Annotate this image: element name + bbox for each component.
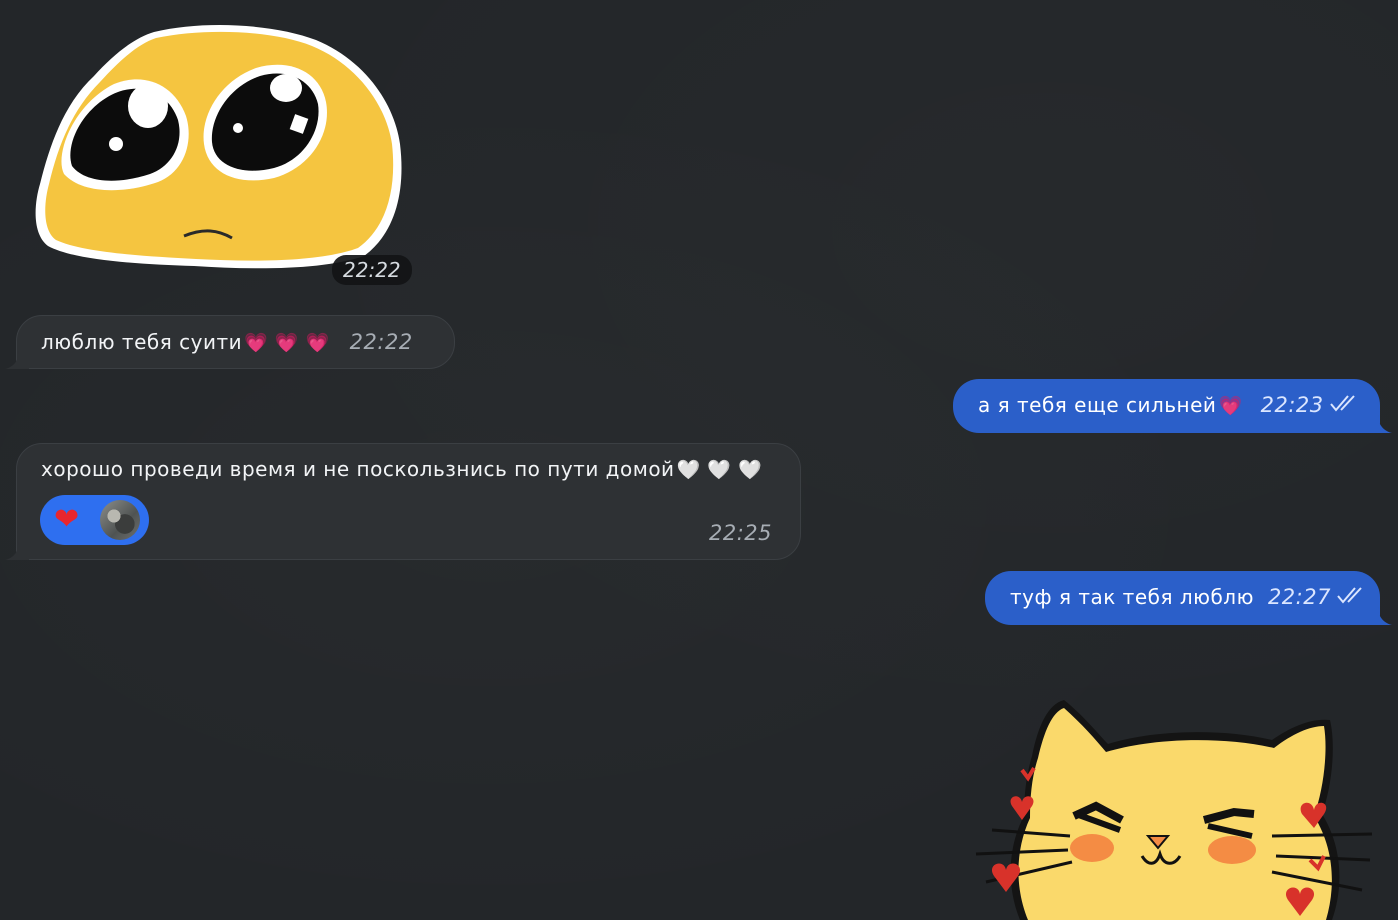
- bubble-tail-icon: [5, 351, 29, 369]
- message-text: люблю тебя суити: [41, 330, 243, 354]
- message-text: туф я так тебя люблю: [1010, 585, 1254, 609]
- bubble-tail-icon: [5, 542, 29, 560]
- message-text: хорошо проведи время и не поскользнись п…: [41, 457, 675, 481]
- blushing-cat-icon: [975, 700, 1373, 920]
- message-time: 22:23: [1260, 393, 1324, 417]
- read-checkmarks-icon: [1337, 585, 1367, 609]
- bubble-tail-icon: [1368, 607, 1392, 625]
- outgoing-message-bubble[interactable]: туф я так тебя люблю 22:27: [985, 571, 1392, 625]
- message-time: 22:22: [332, 255, 412, 285]
- avatar: [100, 500, 140, 540]
- heart-emoji: 💗: [1218, 394, 1243, 417]
- message-text: а я тебя еще сильней: [978, 393, 1217, 417]
- chat-history[interactable]: 22:22 люблю тебя суити 💗 💗 💗 22:22 а я т…: [0, 0, 1398, 920]
- message-time: 22:25: [708, 521, 772, 545]
- read-checkmarks-icon: [1329, 393, 1360, 417]
- message-time: 22:22: [349, 330, 413, 354]
- teary-eyed-face-icon: [35, 25, 402, 269]
- heart-emoji: 💗 💗 💗: [244, 331, 330, 354]
- incoming-message-bubble[interactable]: люблю тебя суити 💗 💗 💗 22:22: [5, 315, 455, 369]
- red-heart-reaction: ❤: [54, 502, 80, 537]
- sticker-yellow-face[interactable]: 22:22: [34, 24, 412, 285]
- white-heart-emoji: 🤍 🤍 🤍: [676, 458, 763, 481]
- sticker-blushing-cat[interactable]: [972, 696, 1376, 920]
- message-reaction[interactable]: ❤: [40, 495, 149, 545]
- bubble-tail-icon: [1368, 415, 1392, 433]
- message-time: 22:27: [1267, 585, 1331, 609]
- outgoing-message-bubble[interactable]: а я тебя еще сильней 💗 22:23: [953, 379, 1392, 433]
